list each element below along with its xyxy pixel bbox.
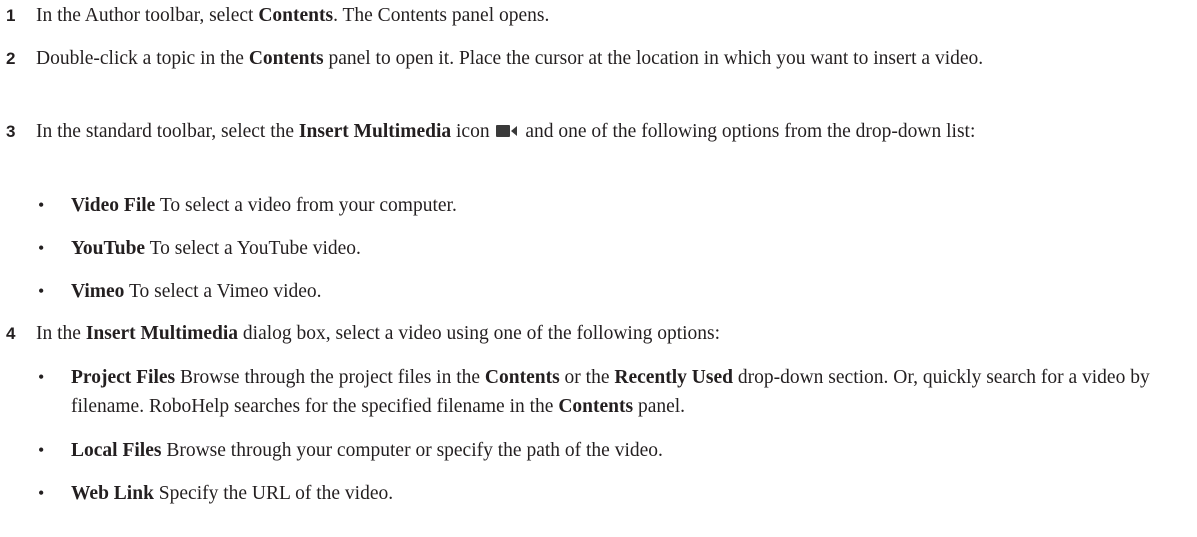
list-item: • Video File To select a video from your… bbox=[0, 191, 1190, 220]
option-name: Vimeo bbox=[71, 281, 125, 302]
step-number: 1 bbox=[6, 6, 16, 25]
ui-term: Recently Used bbox=[614, 367, 733, 388]
ui-term: Insert Multimedia bbox=[298, 121, 452, 142]
bullet-marker: • bbox=[38, 195, 45, 215]
step-number: 2 bbox=[6, 49, 16, 68]
step-number: 3 bbox=[6, 122, 16, 141]
option-name: Web Link bbox=[71, 483, 154, 504]
list-item: • YouTube To select a YouTube video. bbox=[0, 234, 1190, 263]
ui-term: Insert Multimedia bbox=[85, 323, 239, 344]
step-text: In the standard toolbar, select the Inse… bbox=[36, 118, 1190, 147]
ui-term: Contents bbox=[258, 5, 334, 26]
ui-term: Contents bbox=[248, 48, 324, 69]
bullet-marker: • bbox=[38, 483, 45, 503]
step-2: 2 Double-click a topic in the Contents p… bbox=[0, 45, 1190, 73]
step-text: In the Insert Multimedia dialog box, sel… bbox=[36, 323, 721, 344]
bullet-marker: • bbox=[38, 238, 45, 258]
list-item: • Web Link Specify the URL of the video. bbox=[0, 479, 1190, 508]
ui-term: Contents bbox=[558, 396, 634, 417]
bullet-marker: • bbox=[38, 281, 45, 301]
bullet-marker: • bbox=[38, 440, 45, 460]
option-name: Video File bbox=[71, 195, 156, 216]
list-item: • Local Files Browse through your comput… bbox=[0, 436, 1190, 465]
option-name: Local Files bbox=[71, 440, 162, 461]
document-page: 1 In the Author toolbar, select Contents… bbox=[0, 0, 1197, 537]
step-text: In the Author toolbar, select Contents. … bbox=[36, 5, 550, 26]
list-item: • Project Files Browse through the proje… bbox=[0, 363, 1190, 421]
step-3: 3 In the standard toolbar, select the In… bbox=[0, 118, 1190, 147]
ui-term: Contents bbox=[484, 367, 560, 388]
step-number: 4 bbox=[6, 324, 16, 343]
option-name: YouTube bbox=[71, 238, 146, 259]
bullet-marker: • bbox=[38, 367, 45, 387]
step-text: Double-click a topic in the Contents pan… bbox=[36, 48, 984, 69]
step-1: 1 In the Author toolbar, select Contents… bbox=[0, 2, 1190, 30]
list-item: • Vimeo To select a Vimeo video. bbox=[0, 277, 1190, 306]
option-name: Project Files bbox=[71, 367, 176, 388]
video-camera-icon bbox=[496, 119, 518, 147]
step-4: 4 In the Insert Multimedia dialog box, s… bbox=[0, 320, 1190, 348]
